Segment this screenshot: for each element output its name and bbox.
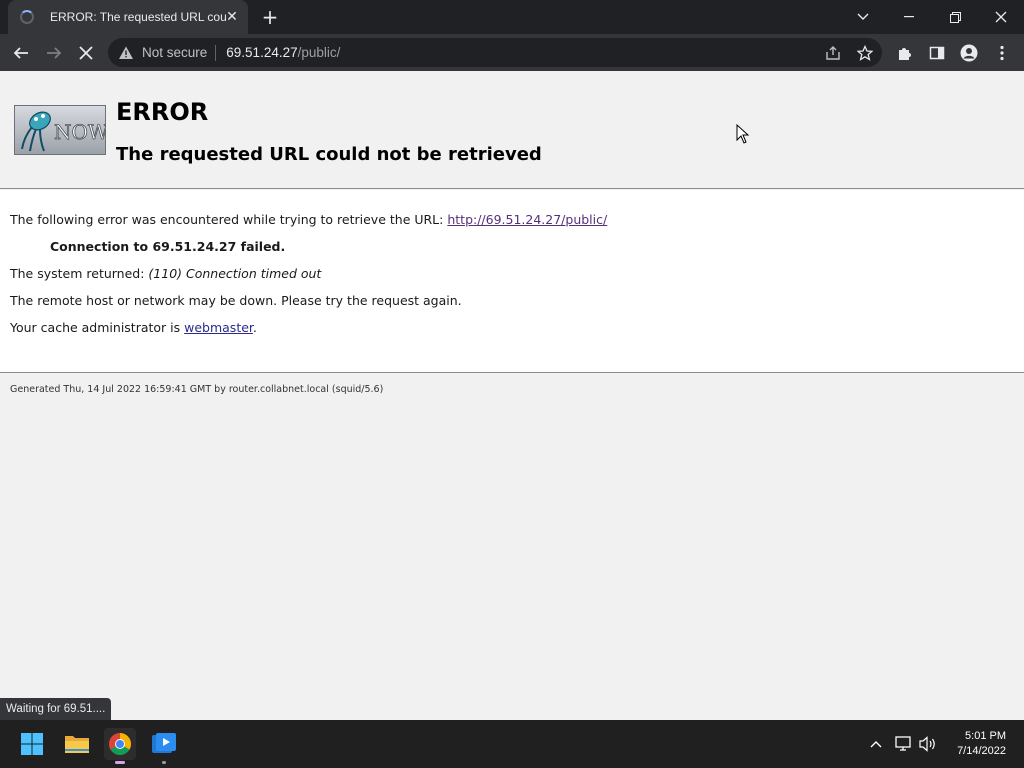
- new-tab-button[interactable]: +: [258, 5, 282, 29]
- restore-icon: [949, 11, 961, 23]
- file-explorer-icon: [65, 736, 89, 753]
- error-url-prefix: The following error was encountered whil…: [10, 212, 448, 227]
- minimize-button[interactable]: [886, 0, 932, 34]
- tab-close-icon[interactable]: ✕: [224, 9, 240, 25]
- warning-triangle-icon: [119, 46, 133, 59]
- arrow-left-icon: [13, 47, 28, 59]
- profile-avatar-icon: [960, 44, 978, 62]
- minimize-icon: [904, 16, 914, 18]
- active-app-indicator: [115, 761, 125, 764]
- system-returned-line: The system returned: (110) Connection ti…: [10, 266, 321, 281]
- browser-tab[interactable]: ERROR: The requested URL could not be re…: [8, 0, 248, 34]
- requested-url-link[interactable]: http://69.51.24.27/public/: [447, 212, 607, 227]
- tab-title: ERROR: The requested URL could not be re…: [50, 10, 226, 24]
- star-icon: [857, 45, 873, 61]
- url-host: 69.51.24.27: [226, 45, 298, 60]
- network-button[interactable]: [894, 734, 914, 754]
- profile-button[interactable]: [956, 40, 982, 66]
- webmaster-link[interactable]: webmaster: [184, 320, 253, 335]
- network-icon: [895, 736, 911, 751]
- stop-x-icon: [79, 46, 93, 60]
- restore-button[interactable]: [932, 0, 978, 34]
- url-path: /public/: [297, 45, 341, 60]
- connection-failed-line: Connection to 69.51.24.27 failed.: [50, 239, 286, 254]
- share-button[interactable]: [820, 40, 846, 66]
- share-icon: [826, 46, 840, 60]
- status-bubble: Waiting for 69.51....: [0, 698, 112, 720]
- extensions-button[interactable]: [892, 40, 918, 66]
- error-url-line: The following error was encountered whil…: [10, 212, 607, 227]
- cache-admin-suffix: .: [252, 320, 257, 335]
- remote-host-line: The remote host or network may be down. …: [10, 293, 462, 308]
- clock-date: 7/14/2022: [957, 745, 1006, 757]
- start-icon: [21, 733, 43, 755]
- close-window-button[interactable]: [978, 0, 1024, 34]
- media-app-icon: [152, 733, 176, 753]
- chrome-taskbar-button[interactable]: [104, 728, 136, 764]
- more-vertical-icon: [1000, 45, 1004, 61]
- generated-footer: Generated Thu, 14 Jul 2022 16:59:41 GMT …: [10, 384, 384, 395]
- system-returned-prefix: The system returned:: [10, 266, 149, 281]
- side-panel-button[interactable]: [924, 40, 950, 66]
- stop-loading-button[interactable]: [73, 40, 99, 66]
- puzzle-icon: [899, 48, 911, 60]
- side-panel-icon: [929, 46, 945, 60]
- loading-spinner-icon: [20, 10, 34, 24]
- clock-time: 5:01 PM: [965, 730, 1006, 742]
- show-hidden-icons-button[interactable]: [866, 734, 886, 754]
- cache-admin-line: Your cache administrator is webmaster.: [10, 320, 257, 335]
- system-error-code: (110) Connection timed out: [148, 266, 322, 281]
- web-page: NOW ERROR The requested URL could not be…: [0, 71, 1024, 720]
- bookmark-button[interactable]: [852, 40, 878, 66]
- running-app-indicator: [162, 761, 166, 764]
- tab-search-button[interactable]: [840, 0, 886, 34]
- browser-toolbar: Not secure 69.51.24.27/public/: [0, 34, 1024, 71]
- chevron-down-icon: [857, 13, 869, 20]
- not-secure-label[interactable]: Not secure: [142, 45, 207, 60]
- error-heading: ERROR: [116, 98, 209, 126]
- svg-text:NOW: NOW: [54, 120, 106, 144]
- windows-taskbar: 5:01 PM 7/14/2022: [0, 720, 1024, 768]
- error-details: The following error was encountered whil…: [0, 190, 1024, 373]
- media-app-button[interactable]: [148, 728, 180, 764]
- file-explorer-button[interactable]: [61, 728, 93, 760]
- back-button[interactable]: [8, 40, 34, 66]
- arrow-right-icon: [47, 47, 62, 59]
- system-clock[interactable]: 5:01 PM 7/14/2022: [957, 729, 1006, 759]
- volume-button[interactable]: [918, 734, 938, 754]
- cache-admin-prefix: Your cache administrator is: [10, 320, 185, 335]
- squid-logo: NOW: [14, 105, 106, 155]
- start-button[interactable]: [16, 728, 48, 760]
- mouse-cursor-icon: [736, 124, 750, 144]
- omnibox-divider: [215, 44, 217, 61]
- chrome-icon: [109, 733, 131, 755]
- error-subheading: The requested URL could not be retrieved: [116, 144, 542, 165]
- speaker-icon: [919, 736, 935, 752]
- menu-button[interactable]: [989, 40, 1015, 66]
- error-header: NOW ERROR The requested URL could not be…: [0, 71, 1024, 189]
- address-bar[interactable]: Not secure 69.51.24.27/public/: [108, 38, 882, 67]
- tab-strip: ERROR: The requested URL could not be re…: [0, 0, 1024, 34]
- chevron-up-icon: [870, 741, 882, 748]
- forward-button[interactable]: [41, 40, 67, 66]
- close-icon: [995, 11, 1007, 23]
